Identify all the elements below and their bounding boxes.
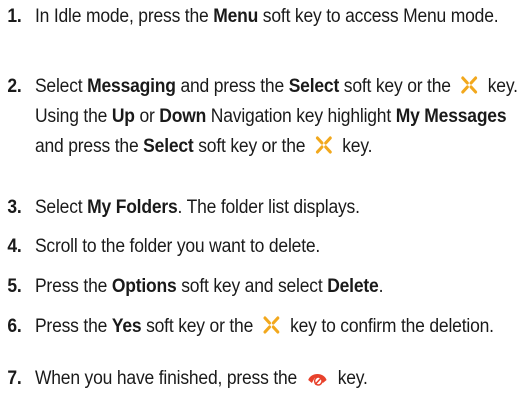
step-2: 2. Select Messaging and press the Select…: [0, 72, 531, 162]
step-number: 3.: [7, 197, 22, 218]
step-7: 7. When you have finished, press the key…: [0, 364, 531, 394]
menu-name-my-messages: My Messages: [395, 106, 507, 127]
step-text: soft key or the: [141, 316, 258, 337]
step-text: soft key or the: [339, 76, 456, 97]
step-number: 7.: [7, 368, 22, 389]
step-5: 5. Press the Options soft key and select…: [0, 272, 531, 302]
key-name-yes: Yes: [111, 316, 142, 337]
step-text: or: [134, 106, 160, 127]
step-number: 2.: [7, 76, 22, 97]
menu-name-delete: Delete: [327, 276, 379, 297]
step-text: soft key to access Menu mode.: [258, 6, 499, 27]
key-name-up: Up: [111, 106, 135, 127]
step-text: Scroll to the folder you want to delete.: [34, 236, 321, 257]
step-text: .: [378, 276, 384, 297]
step-number: 4.: [7, 236, 22, 257]
step-3: 3. Select My Folders. The folder list di…: [0, 193, 531, 223]
ok-key-icon: [314, 134, 334, 156]
key-name-menu: Menu: [213, 6, 259, 27]
step-text: and press the: [34, 136, 144, 157]
step-text: and press the: [175, 76, 289, 97]
step-number: 1.: [7, 6, 22, 27]
step-text: key.: [333, 368, 368, 389]
step-1: 1. In Idle mode, press the Menu soft key…: [0, 2, 531, 32]
key-name-options: Options: [111, 276, 177, 297]
step-text: In Idle mode, press the: [34, 6, 214, 27]
step-text: key to confirm the deletion.: [285, 316, 494, 337]
step-text: Press the: [34, 316, 112, 337]
step-4: 4. Scroll to the folder you want to dele…: [0, 232, 531, 262]
menu-name-my-folders: My Folders: [87, 197, 178, 218]
step-text: key.: [337, 136, 373, 157]
step-text: Select: [34, 76, 88, 97]
end-key-icon: [305, 366, 329, 388]
ok-key-icon: [459, 74, 479, 96]
step-number: 6.: [7, 316, 22, 337]
step-text: . The folder list displays.: [177, 197, 360, 218]
step-text: When you have finished, press the: [34, 368, 302, 389]
key-name-down: Down: [159, 106, 207, 127]
step-number: 5.: [7, 276, 22, 297]
step-text: Select: [34, 197, 88, 218]
menu-name-messaging: Messaging: [87, 76, 176, 97]
key-name-select: Select: [288, 76, 340, 97]
step-6: 6. Press the Yes soft key or the key to …: [0, 312, 531, 342]
step-text: soft key or the: [193, 136, 310, 157]
ok-key-icon: [261, 314, 281, 336]
step-text: Press the: [34, 276, 112, 297]
step-text: Navigation key highlight: [206, 106, 396, 127]
key-name-select: Select: [143, 136, 194, 157]
step-text: soft key and select: [176, 276, 328, 297]
